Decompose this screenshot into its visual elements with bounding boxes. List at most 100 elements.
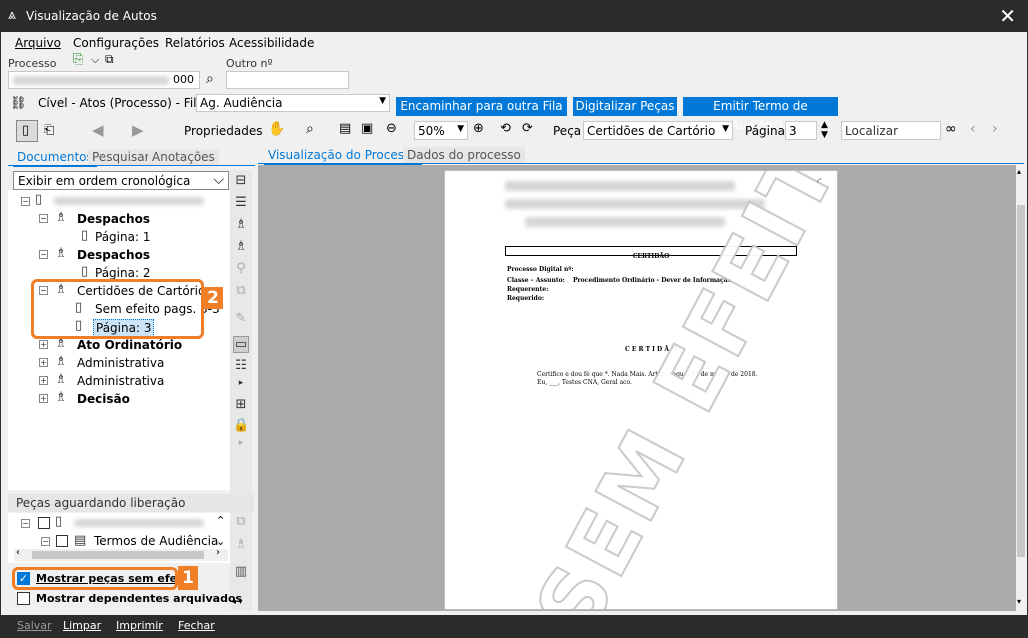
tree-item-administrativa-2[interactable]: Administrativa (77, 373, 164, 389)
expand-icon[interactable]: + (39, 376, 48, 385)
document-tree: − ▯ − ♗ Despachos ▯ Página: 1 − ♗ Despac… (8, 190, 230, 490)
tree-item-administrativa-1[interactable]: Administrativa (77, 355, 164, 371)
lock-icon[interactable]: 🔒 (233, 418, 249, 433)
menu-arquivo[interactable]: Arquivo (15, 36, 61, 50)
viewer-vscrollbar[interactable]: ▴ ▾ (1016, 165, 1026, 611)
tab-pesquisar[interactable]: Pesquisar (88, 149, 154, 165)
tab-divider (8, 165, 255, 166)
certificate-icon: ♗ (55, 246, 67, 261)
order-select[interactable]: Exibir em ordem cronológica ⌵ (13, 171, 229, 190)
termos-checkbox[interactable] (56, 535, 68, 547)
chevron-down-icon[interactable]: ⌵ (91, 53, 99, 67)
badge-2: 2 (203, 287, 223, 309)
zoom-select[interactable]: 50% ▼ (414, 121, 468, 140)
zoom-tool-icon[interactable]: ⌕ (306, 121, 314, 137)
expand-icon[interactable]: + (39, 340, 48, 349)
list-add-icon[interactable]: ☷ (233, 358, 249, 373)
certificate-add-icon[interactable]: ♗ (233, 217, 249, 232)
copy-piece-icon[interactable]: ⧉ (233, 283, 249, 298)
hand-tool-icon[interactable]: ✋ (268, 121, 285, 137)
tab-dados-processo[interactable]: Dados do processo (403, 147, 525, 163)
release-icon[interactable]: ⧉ (233, 514, 249, 529)
tree-item-decisao[interactable]: Decisão (77, 391, 130, 407)
menu-acessibilidade[interactable]: Acessibilidade (229, 36, 314, 50)
salvar-button[interactable]: Salvar (17, 619, 52, 632)
pages-icon[interactable]: ⎗ (44, 123, 54, 138)
localizar-input[interactable]: Localizar (841, 121, 941, 140)
digitalizar-button[interactable]: Digitalizar Peças (573, 97, 677, 116)
scrollbar-thumb[interactable] (32, 551, 204, 559)
pagina-stepper[interactable]: ▲ ▼ (821, 120, 828, 140)
pagina-input[interactable]: 3 (785, 121, 817, 140)
queue-text: Cível - Atos (Processo) - Fila: (38, 96, 208, 110)
next-icon[interactable]: ▶ (132, 121, 144, 139)
scroll-right-icon[interactable]: › (216, 547, 220, 558)
collapse-icon[interactable]: − (39, 214, 48, 223)
fechar-button[interactable]: Fechar (178, 619, 215, 632)
search-icon[interactable]: ⌕ (206, 71, 214, 87)
zoom-in-icon[interactable]: ⊕ (473, 121, 484, 136)
scrollbar-thumb[interactable] (1017, 205, 1025, 557)
expand-icon[interactable]: + (39, 358, 48, 367)
highlight-mostrar-sem-efeito (12, 567, 178, 590)
order-value: Exibir em ordem cronológica (18, 174, 191, 188)
certificate-remove-icon[interactable]: ♗ (233, 239, 249, 254)
scroll-down-icon[interactable]: ▾ (1017, 597, 1021, 606)
certificate-icon[interactable]: ♗ (233, 537, 249, 552)
termos-label[interactable]: Termos de Audiência (94, 534, 218, 548)
tree-item-despachos-1[interactable]: Despachos (77, 211, 150, 227)
collapse-icon[interactable]: − (39, 250, 48, 259)
rotate-left-icon[interactable]: ⟲ (500, 121, 511, 136)
pending-hscrollbar[interactable]: ‹ › (14, 547, 228, 561)
chevron-right-icon[interactable]: ▸ (233, 378, 249, 388)
tree-item-despachos-2[interactable]: Despachos (77, 247, 150, 263)
tree-item-ato-ordinatorio[interactable]: Ato Ordinatório (77, 337, 182, 353)
menu-configuracoes[interactable]: Configurações (73, 36, 159, 50)
chevron-right-icon[interactable]: ▸ (233, 438, 249, 448)
encaminhar-button[interactable]: Encaminhar para outra Fila (396, 97, 567, 116)
list-view-icon[interactable]: ☰ (233, 195, 249, 210)
tree-view-icon[interactable]: ⊟ (233, 173, 249, 188)
close-icon[interactable]: ✕ (999, 4, 1016, 28)
fit-width-icon[interactable]: ▤ (339, 121, 351, 136)
imprimir-button[interactable]: Imprimir (116, 619, 163, 632)
queue-select[interactable]: Ag. Audiência ▼ (196, 94, 390, 112)
trash-icon[interactable]: ▥ (233, 564, 249, 579)
document-mode-button[interactable]: ▯ (16, 120, 38, 142)
find-next-icon[interactable]: › (992, 121, 998, 137)
collapse-icon[interactable]: − (21, 197, 30, 206)
copy-icon[interactable]: ⧉ (105, 52, 114, 67)
find-prev-icon[interactable]: ‹ (970, 121, 976, 137)
mostrar-dependentes-label[interactable]: Mostrar dependentes arquivados (36, 592, 242, 605)
propriedades-button[interactable]: Propriedades (184, 124, 263, 138)
pending-root-checkbox[interactable] (38, 517, 50, 529)
limpar-button[interactable]: Limpar (63, 619, 101, 632)
scroll-up-icon[interactable]: ⌃ (216, 514, 225, 527)
scroll-up-icon[interactable]: ▴ (1017, 167, 1021, 176)
emitir-termo-button[interactable]: Emitir Termo de Audiência (683, 97, 838, 132)
new-process-icon[interactable]: ⎘ (73, 52, 83, 67)
menu-relatorios[interactable]: Relatórios (165, 36, 225, 50)
zoom-out-icon[interactable]: ⊖ (386, 121, 397, 136)
rotate-right-icon[interactable]: ⟳ (522, 121, 533, 136)
chevron-down-icon: ▼ (722, 124, 729, 134)
collapse-icon[interactable]: − (41, 537, 50, 546)
tab-anotacoes[interactable]: Anotações (148, 149, 219, 165)
peca-select[interactable]: Certidões de Cartório ▼ (583, 121, 733, 140)
note-icon[interactable]: ▭ (233, 336, 249, 353)
collapse-icon[interactable]: − (21, 519, 30, 528)
process-number-field[interactable]: 000 (8, 71, 200, 89)
scroll-left-icon[interactable]: ‹ (16, 547, 20, 558)
expand-icon[interactable]: + (39, 394, 48, 403)
fit-page-icon[interactable]: ▣ (361, 121, 373, 136)
add-icon[interactable]: ⊞ (233, 397, 249, 412)
app-icon: ⩓ (8, 7, 16, 23)
chevron-down-icon: ▼ (379, 96, 386, 106)
tree-item-pagina-1[interactable]: Página: 1 (95, 229, 150, 245)
mostrar-dependentes-checkbox[interactable] (17, 592, 30, 605)
binoculars-icon[interactable]: ∞ (945, 121, 957, 137)
stamp-icon[interactable]: ⚲ (233, 261, 249, 276)
previous-icon[interactable]: ◀ (92, 121, 104, 139)
edit-icon[interactable]: ✎ (233, 311, 249, 326)
outro-numero-input[interactable] (226, 71, 349, 89)
